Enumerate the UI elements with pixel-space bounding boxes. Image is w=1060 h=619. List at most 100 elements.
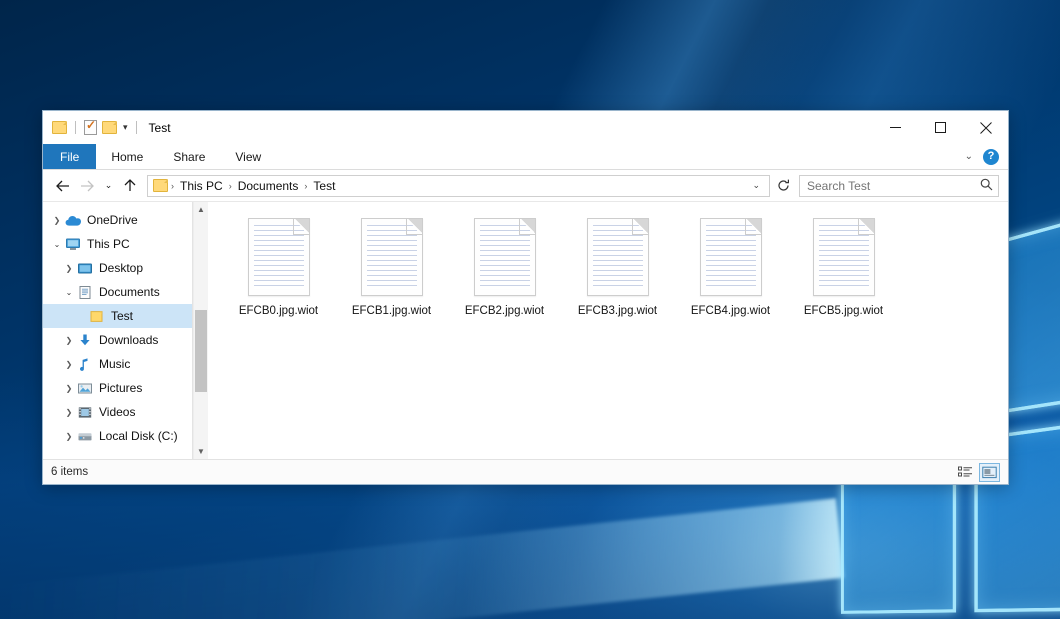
file-item[interactable]: EFCB5.jpg.wiot (787, 216, 900, 317)
documents-icon (77, 285, 94, 300)
sidebar-item-documents[interactable]: ⌄ Documents (43, 280, 192, 304)
sidebar-label-downloads: Downloads (99, 333, 158, 347)
recent-locations-button[interactable]: ⌄ (100, 175, 117, 197)
file-item[interactable]: EFCB1.jpg.wiot (335, 216, 448, 317)
sidebar-label-desktop: Desktop (99, 261, 143, 275)
ribbon-right-controls: ⌄ ? (965, 144, 1008, 169)
chevron-right-icon[interactable]: ❯ (61, 264, 77, 273)
pictures-icon (77, 381, 94, 396)
breadcrumb[interactable]: › This PC › Documents › Test ⌄ (147, 175, 770, 197)
chevron-right-icon[interactable]: ❯ (61, 360, 77, 369)
onedrive-icon (65, 213, 82, 228)
tab-share[interactable]: Share (158, 144, 220, 169)
window-title: Test (149, 121, 171, 135)
sidebar-label-videos: Videos (99, 405, 135, 419)
breadcrumb-this-pc[interactable]: This PC (175, 179, 228, 193)
sidebar-item-local-disk[interactable]: ❯ Local Disk (C:) (43, 424, 192, 448)
document-fold (858, 218, 875, 235)
file-item[interactable]: EFCB2.jpg.wiot (448, 216, 561, 317)
up-button[interactable] (119, 175, 141, 197)
sidebar-label-onedrive: OneDrive (87, 213, 138, 227)
document-fold (293, 218, 310, 235)
folder-icon[interactable] (52, 121, 67, 134)
sidebar-item-music[interactable]: ❯ Music (43, 352, 192, 376)
sidebar-label-documents: Documents (99, 285, 160, 299)
chevron-placeholder-icon: ❯ (73, 312, 89, 321)
minimize-button[interactable] (873, 111, 918, 144)
large-icons-view-button[interactable] (979, 463, 1000, 482)
title-bar: ▾ Test (43, 111, 1008, 144)
file-grid: EFCB0.jpg.wiot EFCB1.jpg.wiot (222, 216, 1008, 317)
document-fold (632, 218, 649, 235)
chevron-right-icon[interactable]: ❯ (61, 432, 77, 441)
scroll-down-arrow-icon[interactable]: ▼ (194, 444, 208, 459)
navigation-pane-scrollbar[interactable]: ▲ ▼ (193, 202, 208, 459)
tab-home[interactable]: Home (96, 144, 158, 169)
tab-view[interactable]: View (220, 144, 276, 169)
toolbar-divider-2 (136, 121, 137, 134)
search-icon[interactable] (980, 178, 993, 194)
chevron-down-icon[interactable]: ⌄ (965, 151, 973, 162)
sidebar-item-test[interactable]: ❯ Test (43, 304, 192, 328)
properties-icon[interactable] (84, 120, 97, 135)
chevron-right-icon[interactable]: ❯ (61, 408, 77, 417)
breadcrumb-documents[interactable]: Documents (233, 179, 304, 193)
refresh-button[interactable] (772, 175, 794, 197)
document-fold (519, 218, 536, 235)
music-icon (77, 357, 94, 372)
maximize-button[interactable] (918, 111, 963, 144)
chevron-right-icon[interactable]: ❯ (49, 216, 65, 225)
sidebar-item-downloads[interactable]: ❯ Downloads (43, 328, 192, 352)
downloads-icon (77, 333, 94, 348)
details-view-button[interactable] (955, 463, 976, 482)
view-mode-buttons (955, 463, 1000, 482)
file-name: EFCB4.jpg.wiot (691, 305, 770, 317)
customize-caret-icon[interactable]: ▾ (123, 123, 128, 132)
window-controls (873, 111, 1008, 144)
scroll-up-arrow-icon[interactable]: ▲ (194, 202, 208, 217)
breadcrumb-test[interactable]: Test (308, 179, 340, 193)
chevron-right-icon[interactable]: ❯ (61, 384, 77, 393)
search-box[interactable] (799, 175, 999, 197)
videos-icon (77, 405, 94, 420)
chevron-down-icon[interactable]: ⌄ (49, 240, 65, 249)
sidebar-item-desktop[interactable]: ❯ Desktop (43, 256, 192, 280)
chevron-right-icon[interactable]: ❯ (61, 336, 77, 345)
sidebar-item-this-pc[interactable]: ⌄ This PC (43, 232, 192, 256)
desktop-icon (77, 261, 94, 276)
sidebar-item-onedrive[interactable]: ❯ OneDrive (43, 208, 192, 232)
close-button[interactable] (963, 111, 1008, 144)
file-name: EFCB0.jpg.wiot (239, 305, 318, 317)
file-explorer-window: ▾ Test File Home Share View (42, 110, 1009, 485)
chevron-down-icon[interactable]: ⌄ (61, 288, 77, 297)
document-fold (406, 218, 423, 235)
breadcrumb-folder-icon (153, 179, 168, 192)
file-name: EFCB2.jpg.wiot (465, 305, 544, 317)
status-bar: 6 items (43, 459, 1008, 484)
this-pc-icon (65, 237, 82, 252)
tab-file[interactable]: File (43, 144, 96, 169)
file-item[interactable]: EFCB0.jpg.wiot (222, 216, 335, 317)
file-item[interactable]: EFCB4.jpg.wiot (674, 216, 787, 317)
generic-document-icon (813, 218, 875, 296)
scrollbar-thumb[interactable] (195, 310, 207, 392)
sidebar-item-pictures[interactable]: ❯ Pictures (43, 376, 192, 400)
help-icon[interactable]: ? (983, 149, 999, 165)
file-item[interactable]: EFCB3.jpg.wiot (561, 216, 674, 317)
disk-icon (77, 429, 94, 444)
search-input[interactable] (807, 179, 980, 193)
file-name: EFCB1.jpg.wiot (352, 305, 431, 317)
navigation-pane: ❯ OneDrive ⌄ (43, 202, 193, 459)
new-folder-icon[interactable] (102, 121, 117, 134)
item-count-label: 6 items (51, 466, 88, 478)
back-button[interactable] (52, 175, 74, 197)
breadcrumb-dropdown-icon[interactable]: ⌄ (746, 180, 766, 191)
sidebar-label-music: Music (99, 357, 130, 371)
scrollbar-track[interactable] (194, 217, 208, 444)
generic-document-icon (700, 218, 762, 296)
folder-icon (89, 309, 106, 324)
generic-document-icon (474, 218, 536, 296)
quick-access-toolbar: ▾ (43, 120, 140, 135)
sidebar-item-videos[interactable]: ❯ Video (43, 400, 192, 424)
file-list-view[interactable]: EFCB0.jpg.wiot EFCB1.jpg.wiot (208, 202, 1008, 459)
